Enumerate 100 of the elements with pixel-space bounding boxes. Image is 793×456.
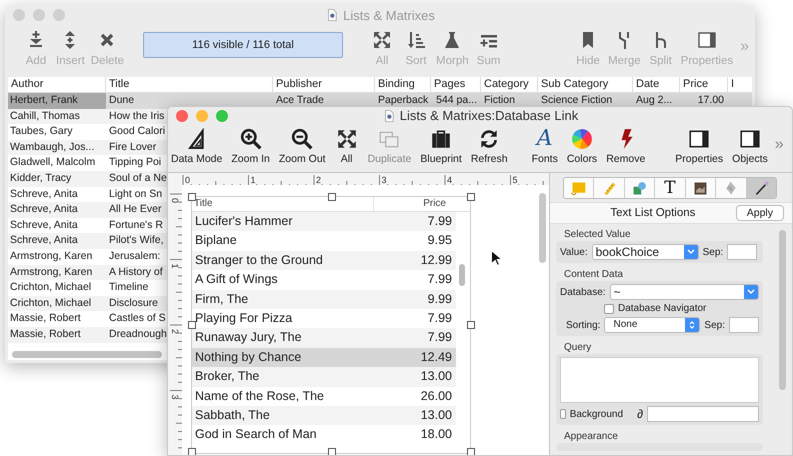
price-cell-text: 26.00 [420, 388, 453, 405]
checkbox-label[interactable]: Background [570, 408, 624, 420]
zoom-button[interactable] [53, 9, 65, 21]
table-cell-text: 17.00 [696, 93, 725, 108]
value-dropdown[interactable]: bookChoice [592, 244, 699, 260]
table-cell-text: 544 pa... [435, 93, 478, 108]
list-row[interactable]: God in Search of Man 18.00 [192, 425, 456, 445]
close-button[interactable] [176, 110, 188, 122]
author-cell[interactable]: Schreve, Anita [8, 233, 106, 249]
database-dropdown[interactable]: ~ [610, 284, 759, 300]
horizontal-scrollbar[interactable] [12, 351, 162, 358]
list-row[interactable]: Stranger to the Ground 12.99 [192, 250, 456, 270]
column-header[interactable]: Title [192, 197, 373, 211]
vertical-scrollbar[interactable] [539, 193, 546, 263]
checkbox[interactable] [560, 409, 566, 419]
picture-icon [692, 180, 709, 196]
selection-handle[interactable] [467, 193, 475, 201]
query-field[interactable] [560, 357, 759, 403]
author-cell[interactable]: Taubes, Gary [8, 124, 106, 140]
author-cell[interactable]: Schreve, Anita [8, 218, 106, 234]
list-row[interactable]: Sabbath, The 13.00 [192, 406, 456, 426]
selection-handle[interactable] [467, 320, 475, 328]
author-cell[interactable]: Armstrong, Karen [8, 264, 106, 280]
list-row[interactable]: Playing For Pizza 7.99 [192, 308, 456, 328]
column-header[interactable]: Publisher [273, 77, 375, 92]
table-cell-text: Timeline [108, 280, 150, 296]
panel-icon [738, 128, 761, 150]
column-header[interactable]: Price [680, 77, 728, 92]
separator-field[interactable] [729, 317, 759, 333]
column-header[interactable]: Title [106, 77, 273, 92]
author-cell[interactable]: Armstrong, Karen [8, 248, 106, 265]
author-cell[interactable]: Crichton, Michael [8, 280, 106, 296]
inspector-tab[interactable] [624, 178, 656, 198]
checkbox[interactable] [604, 304, 614, 314]
toolbar-button[interactable]: Remove [603, 126, 648, 167]
selection-handle[interactable] [467, 448, 475, 455]
selection-handle[interactable] [188, 448, 196, 455]
price-cell-text: 12.49 [420, 348, 453, 366]
background-field[interactable] [647, 406, 759, 422]
column-header[interactable]: I [728, 77, 755, 92]
text-list[interactable] [191, 196, 471, 454]
author-cell[interactable]: Kidder, Tracy [8, 170, 106, 187]
author-cell[interactable]: Schreve, Anita [8, 186, 106, 202]
scrollbar-thumb[interactable] [459, 264, 465, 286]
title-cell-text: Firm, The [194, 290, 250, 308]
sorting-popup[interactable]: None [604, 317, 700, 333]
author-cell[interactable]: Herbert, Frank [8, 93, 106, 109]
inspector-tab[interactable] [746, 178, 776, 198]
ruler-number: 3 [170, 394, 180, 400]
list-row[interactable]: Broker, The 13.00 [192, 367, 456, 387]
column-header[interactable]: Pages [431, 77, 481, 92]
column-header[interactable]: Sub Category [538, 77, 633, 92]
list-row[interactable]: Biplane 9.95 [192, 231, 456, 251]
author-cell[interactable]: Cahill, Thomas [8, 108, 106, 124]
field-label: Sep: [702, 246, 724, 258]
toolbar-button[interactable]: Zoom Out [276, 126, 329, 167]
author-cell[interactable]: Massie, Robert [8, 326, 106, 342]
toolbar-button[interactable]: Properties [672, 126, 726, 167]
toolbar-button[interactable]: Objects [729, 126, 771, 167]
ruler-number: 3 [382, 175, 387, 185]
checkbox-label[interactable]: Database Navigator [618, 303, 706, 314]
inspector-tab[interactable] [686, 178, 716, 198]
toolbar-button[interactable]: A Fonts [528, 126, 561, 167]
minimize-button[interactable] [196, 110, 208, 122]
column-header[interactable]: Author [8, 77, 106, 92]
title-cell-text: Playing For Pizza [194, 310, 294, 327]
list-row[interactable]: Name of the Rose, The 26.00 [192, 386, 456, 406]
minimize-button[interactable] [33, 9, 45, 21]
list-row[interactable]: Firm, The 9.99 [192, 290, 456, 309]
toolbar-button[interactable]: Refresh [468, 126, 511, 167]
toolbar-button[interactable]: Blueprint [417, 126, 465, 167]
separator-field[interactable] [727, 244, 758, 260]
list-row[interactable]: Nothing by Chance 12.49 [192, 348, 456, 368]
column-header[interactable]: Category [481, 77, 538, 92]
author-cell[interactable]: Crichton, Michael [8, 296, 106, 312]
toolbar-button[interactable]: Zoom In [228, 126, 273, 167]
column-header[interactable]: Date [633, 77, 680, 92]
column-header[interactable]: Binding [375, 77, 431, 92]
toolbar-button[interactable]: Colors [564, 126, 600, 167]
author-cell[interactable]: Wambaugh, Jos... [8, 140, 106, 156]
selection-handle[interactable] [188, 320, 196, 328]
author-cell[interactable]: Gladwell, Malcolm [8, 155, 106, 171]
canvas[interactable] [182, 185, 549, 455]
list-row[interactable]: A Gift of Wings 7.99 [192, 270, 456, 290]
section-title: Selected Value [564, 229, 632, 240]
vertical-scrollbar[interactable] [779, 230, 786, 390]
list-row[interactable]: Lucifer's Hammer 7.99 [192, 212, 456, 232]
close-button[interactable] [13, 9, 25, 21]
chevron-icon [686, 249, 695, 255]
author-cell[interactable]: Schreve, Anita [8, 202, 106, 218]
zoom-button[interactable] [216, 110, 228, 122]
field-label: Database: [560, 286, 606, 298]
toolbar-button[interactable]: Data Mode [168, 126, 226, 167]
apply-button[interactable]: Apply [736, 205, 784, 221]
inspector-tab[interactable]: T [655, 178, 686, 198]
author-cell[interactable]: Massie, Robert [8, 311, 106, 327]
selection-handle[interactable] [188, 193, 196, 201]
selection-handle[interactable] [328, 193, 336, 201]
list-row[interactable]: Runaway Jury, The 7.99 [192, 328, 456, 348]
toolbar-button[interactable]: All [332, 126, 362, 167]
